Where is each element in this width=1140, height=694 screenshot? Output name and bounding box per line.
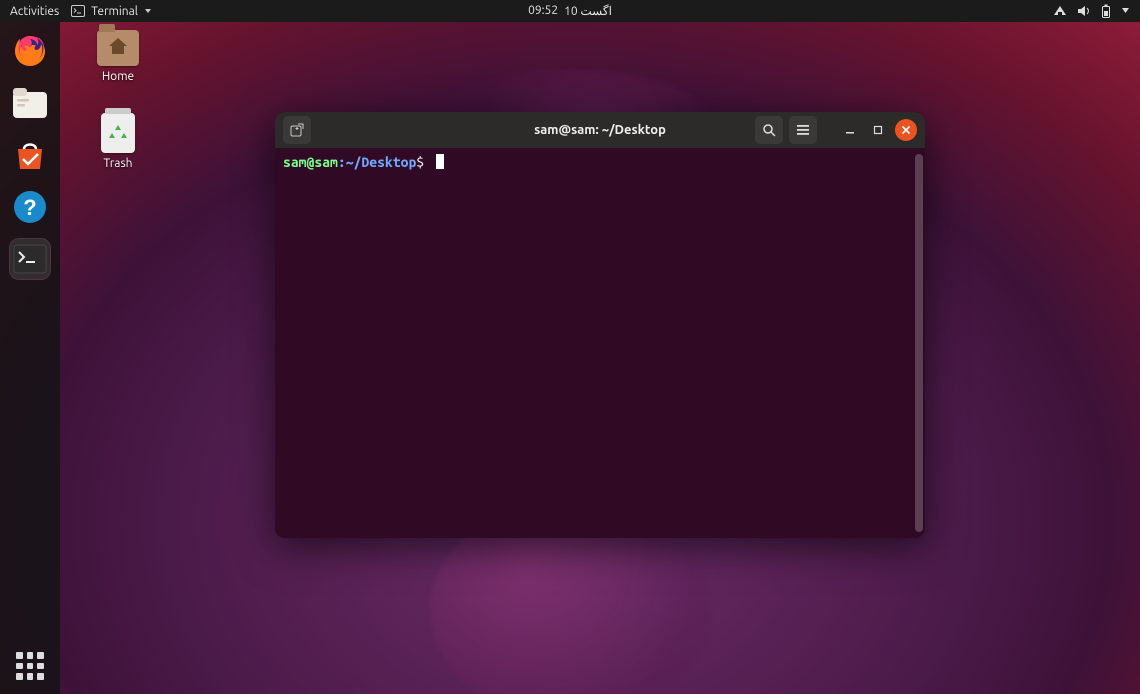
clock-date: اگست 10 [564, 4, 612, 18]
prompt-sep: : [338, 154, 346, 170]
terminal-titlebar[interactable]: sam@sam: ~/Desktop [275, 112, 925, 148]
status-area[interactable] [1053, 4, 1130, 18]
volume-icon [1077, 5, 1091, 17]
prompt-symbol: $ [416, 154, 424, 170]
activities-button[interactable]: Activities [10, 5, 59, 18]
battery-icon [1101, 4, 1111, 18]
prompt-userhost: sam@sam [283, 154, 338, 170]
cursor [436, 154, 444, 169]
minimize-icon [845, 125, 855, 135]
search-icon [762, 123, 776, 137]
desktop-trash[interactable]: Trash [90, 113, 146, 170]
svg-text:?: ? [23, 195, 36, 220]
top-panel: Activities Terminal 09:52 اگست 10 [0, 0, 1140, 22]
close-icon [901, 125, 911, 135]
hamburger-icon [796, 124, 810, 136]
new-tab-icon [290, 123, 304, 137]
recycle-icon [109, 124, 127, 142]
software-store-icon [12, 137, 48, 173]
dock-terminal[interactable] [9, 238, 51, 280]
house-icon [108, 37, 128, 55]
clock-time: 09:52 [528, 4, 558, 18]
desktop-icons: Home Trash [90, 30, 146, 170]
terminal-app-icon [71, 5, 85, 17]
files-icon [12, 87, 48, 119]
minimize-button[interactable] [839, 119, 861, 141]
dock-software[interactable] [9, 134, 51, 176]
menu-button[interactable] [789, 116, 817, 144]
dock-firefox[interactable] [9, 30, 51, 72]
dock: ? [0, 22, 60, 694]
chevron-down-icon [144, 9, 152, 14]
network-icon [1053, 5, 1067, 17]
desktop-home-folder[interactable]: Home [90, 30, 146, 83]
terminal-icon [13, 244, 47, 274]
close-button[interactable] [895, 119, 917, 141]
prompt-line: sam@sam:~/Desktop$ [283, 154, 432, 170]
clock[interactable]: 09:52 اگست 10 [528, 4, 612, 18]
trash-icon [101, 113, 135, 153]
show-applications-button[interactable] [16, 652, 44, 680]
new-tab-button[interactable] [283, 116, 311, 144]
active-app-label: Terminal [91, 5, 138, 18]
folder-icon [97, 30, 139, 66]
chevron-down-icon [1121, 8, 1130, 14]
prompt-path: ~/Desktop [346, 154, 417, 170]
firefox-icon [12, 33, 48, 69]
active-app-menu[interactable]: Terminal [71, 5, 152, 18]
terminal-body[interactable]: sam@sam:~/Desktop$ [275, 148, 925, 538]
maximize-button[interactable] [867, 119, 889, 141]
search-button[interactable] [755, 116, 783, 144]
desktop-icon-label: Trash [103, 157, 132, 170]
desktop-icon-label: Home [102, 70, 134, 83]
dock-files[interactable] [9, 82, 51, 124]
dock-help[interactable]: ? [9, 186, 51, 228]
maximize-icon [873, 125, 883, 135]
terminal-window: sam@sam: ~/Desktop sam@sam:~/Desktop$ [275, 112, 925, 538]
terminal-scrollbar[interactable] [915, 154, 923, 532]
window-title: sam@sam: ~/Desktop [275, 112, 925, 148]
help-icon: ? [12, 189, 48, 225]
